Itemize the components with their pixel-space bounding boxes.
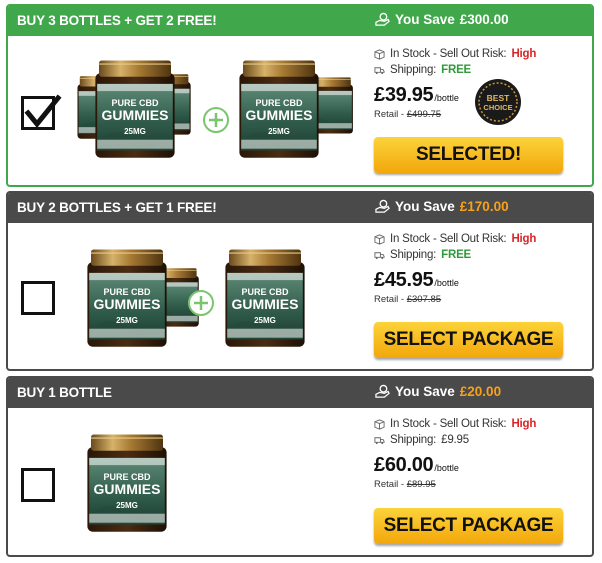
truck-icon [374,66,385,74]
retail-price: Retail - £89.95 [374,479,436,490]
svg-text:25MG: 25MG [116,501,138,510]
package-info: In Stock - Sell Out Risk: High Shipping:… [374,416,584,490]
shipping-value: FREE [441,249,472,261]
you-save-text: You Save [395,384,455,399]
save-amount: £170.00 [459,199,509,214]
package-header: BUY 3 BOTTLES + GET 2 FREE! You Save £30… [8,6,592,36]
svg-text:GUMMIES: GUMMIES [94,481,161,497]
risk-level: High [511,418,537,430]
per-bottle: /bottle [434,463,459,473]
svg-text:GUMMIES: GUMMIES [94,296,161,312]
you-save-text: You Save [395,199,455,214]
package-title: BUY 2 BOTTLES + GET 1 FREE! [17,200,217,215]
savings-label: You Save £20.00 [375,384,501,399]
package-card-3-bottles[interactable]: BUY 3 BOTTLES + GET 2 FREE! You Save £30… [6,4,594,187]
select-package-button[interactable]: SELECT PACKAGE [374,508,563,544]
hand-coin-icon [375,384,390,398]
package-checkbox[interactable] [21,94,62,130]
svg-text:25MG: 25MG [116,316,138,325]
risk-level: High [511,233,537,245]
package-card-2-bottles[interactable]: BUY 2 BOTTLES + GET 1 FREE! You Save £17… [6,191,594,371]
package-title: BUY 1 BOTTLE [17,385,112,400]
svg-text:25MG: 25MG [124,127,146,136]
shipping-value: FREE [441,64,472,76]
package-info: In Stock - Sell Out Risk: High Shipping:… [374,231,584,305]
you-save-text: You Save [395,12,455,27]
truck-icon [374,251,385,259]
price-line: £60.00 /bottle [374,454,584,477]
jar-image: PURE CBD GUMMIES 25MG [87,434,167,532]
stock-status: In Stock - Sell Out Risk: High [374,46,584,62]
selected-button[interactable]: SELECTED! [374,137,563,173]
shipping-status: Shipping: FREE [374,62,584,78]
save-amount: £300.00 [459,12,509,27]
risk-level: High [511,48,537,60]
package-header: BUY 2 BOTTLES + GET 1 FREE! You Save £17… [8,193,592,223]
svg-text:GUMMIES: GUMMIES [246,107,313,123]
svg-text:GUMMIES: GUMMIES [102,107,169,123]
savings-label: You Save £300.00 [375,12,509,27]
hand-coin-icon [375,199,390,213]
save-amount: £20.00 [459,384,502,399]
svg-text:25MG: 25MG [254,316,276,325]
price: £45.95 [374,269,434,291]
checkmark-icon [24,94,62,128]
box-icon [374,418,385,430]
package-title: BUY 3 BOTTLES + GET 2 FREE! [17,13,217,28]
package-header: BUY 1 BOTTLE You Save £20.00 [8,378,592,408]
per-bottle: /bottle [434,93,459,103]
retail-value: £499.75 [406,109,442,120]
box-icon [374,233,385,245]
shipping-value: £9.95 [441,434,469,446]
product-image-1-bottle: PURE CBD GUMMIES 25MG [68,426,358,555]
price: £60.00 [374,454,434,476]
box-icon [374,48,385,60]
savings-label: You Save £170.00 [375,199,509,214]
retail-price: Retail - £307.85 [374,294,442,305]
shipping-status: Shipping: £9.95 [374,432,584,448]
stock-status: In Stock - Sell Out Risk: High [374,231,584,247]
price-line: £45.95 /bottle [374,269,584,292]
jar-group-image: PURE CBD GUMMIES 25MG PURE CBD GUMMIES 2… [87,249,305,347]
svg-text:BEST: BEST [487,93,510,103]
price: £39.95 [374,84,434,106]
stock-status: In Stock - Sell Out Risk: High [374,416,584,432]
hand-coin-icon [375,12,390,26]
retail-value: £307.85 [406,294,442,305]
product-image-2-plus-1: PURE CBD GUMMIES 25MG PURE CBD GUMMIES 2… [68,241,358,369]
shipping-status: Shipping: FREE [374,247,584,263]
svg-text:CHOICE: CHOICE [483,103,512,112]
product-image-3-plus-2: PURE CBD GUMMIES 25MG PURE CBD GUMMIES 2… [68,54,358,184]
truck-icon [374,436,385,444]
retail-value: £89.95 [406,479,436,490]
select-package-button[interactable]: SELECT PACKAGE [374,322,563,358]
jar-group-image: PURE CBD GUMMIES 25MG PURE CBD GUMMIES 2… [77,60,353,158]
best-choice-badge-icon: BEST CHOICE [475,79,521,125]
package-checkbox[interactable] [21,468,55,502]
svg-text:25MG: 25MG [268,127,290,136]
per-bottle: /bottle [434,278,459,288]
package-card-1-bottle[interactable]: BUY 1 BOTTLE You Save £20.00 PURE CBD GU… [6,376,594,557]
package-checkbox[interactable] [21,281,55,315]
svg-text:GUMMIES: GUMMIES [232,296,299,312]
